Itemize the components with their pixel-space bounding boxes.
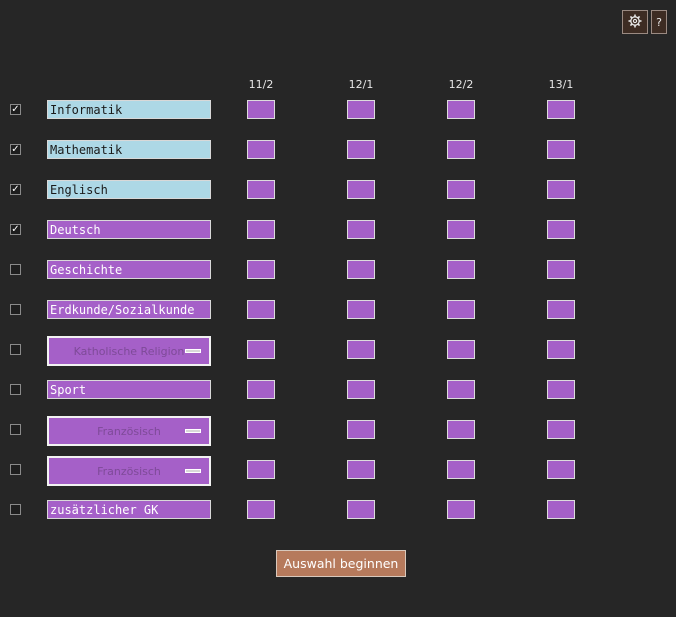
- subject-dropdown[interactable]: Französisch: [47, 456, 211, 486]
- semester-cell[interactable]: [447, 180, 475, 199]
- semester-cell[interactable]: [447, 300, 475, 319]
- semester-cell[interactable]: [547, 380, 575, 399]
- semester-cell[interactable]: [347, 260, 375, 279]
- subject-checkbox[interactable]: [10, 504, 21, 515]
- subject-checkbox[interactable]: [10, 344, 21, 355]
- gear-icon: [628, 14, 642, 31]
- subject-checkbox[interactable]: ✓: [10, 224, 21, 235]
- dropdown-arrow-icon: [185, 429, 201, 433]
- subject-checkbox[interactable]: [10, 424, 21, 435]
- semester-cell[interactable]: [547, 140, 575, 159]
- column-header-3: 12/2: [448, 78, 474, 91]
- semester-cell[interactable]: [347, 340, 375, 359]
- semester-cell[interactable]: [347, 140, 375, 159]
- semester-cell[interactable]: [547, 180, 575, 199]
- semester-cell[interactable]: [547, 300, 575, 319]
- semester-cell[interactable]: [347, 380, 375, 399]
- semester-cell[interactable]: [547, 460, 575, 479]
- dropdown-arrow-icon: [185, 349, 201, 353]
- subject-field[interactable]: Geschichte: [47, 260, 211, 279]
- semester-cell[interactable]: [547, 340, 575, 359]
- start-selection-button[interactable]: Auswahl beginnen: [276, 550, 406, 577]
- subject-field[interactable]: Informatik: [47, 100, 211, 119]
- column-header-1: 11/2: [248, 78, 274, 91]
- help-button[interactable]: ?: [651, 10, 667, 34]
- subject-field[interactable]: Englisch: [47, 180, 211, 199]
- semester-cell[interactable]: [447, 220, 475, 239]
- subject-checkbox[interactable]: ✓: [10, 104, 21, 115]
- semester-cell[interactable]: [547, 500, 575, 519]
- semester-cell[interactable]: [247, 460, 275, 479]
- semester-cell[interactable]: [447, 460, 475, 479]
- semester-cell[interactable]: [347, 420, 375, 439]
- subject-checkbox[interactable]: ✓: [10, 184, 21, 195]
- subject-dropdown-label: Französisch: [97, 464, 161, 478]
- semester-cell[interactable]: [447, 100, 475, 119]
- semester-cell[interactable]: [247, 180, 275, 199]
- semester-cell[interactable]: [247, 300, 275, 319]
- semester-cell[interactable]: [347, 180, 375, 199]
- semester-cell[interactable]: [447, 260, 475, 279]
- semester-cell[interactable]: [347, 100, 375, 119]
- semester-cell[interactable]: [447, 420, 475, 439]
- subject-checkbox[interactable]: [10, 304, 21, 315]
- semester-cell[interactable]: [247, 380, 275, 399]
- semester-cell[interactable]: [347, 500, 375, 519]
- column-header-4: 13/1: [548, 78, 574, 91]
- subject-checkbox[interactable]: [10, 384, 21, 395]
- semester-cell[interactable]: [447, 140, 475, 159]
- semester-cell[interactable]: [247, 420, 275, 439]
- subject-dropdown[interactable]: Katholische Religion: [47, 336, 211, 366]
- subject-checkbox[interactable]: [10, 264, 21, 275]
- semester-cell[interactable]: [347, 220, 375, 239]
- subject-checkbox[interactable]: [10, 464, 21, 475]
- dropdown-arrow-icon: [185, 469, 201, 473]
- subject-dropdown-label: Katholische Religion: [73, 344, 185, 358]
- subject-field[interactable]: Sport: [47, 380, 211, 399]
- semester-cell[interactable]: [247, 260, 275, 279]
- semester-cell[interactable]: [447, 340, 475, 359]
- subject-field[interactable]: zusätzlicher GK: [47, 500, 211, 519]
- subject-checkbox[interactable]: ✓: [10, 144, 21, 155]
- semester-cell[interactable]: [447, 500, 475, 519]
- semester-cell[interactable]: [547, 260, 575, 279]
- subject-dropdown[interactable]: Französisch: [47, 416, 211, 446]
- column-header-2: 12/1: [348, 78, 374, 91]
- settings-button[interactable]: [622, 10, 648, 34]
- semester-cell[interactable]: [347, 460, 375, 479]
- subject-field[interactable]: Mathematik: [47, 140, 211, 159]
- semester-cell[interactable]: [547, 420, 575, 439]
- subject-field[interactable]: Deutsch: [47, 220, 211, 239]
- semester-cell[interactable]: [547, 220, 575, 239]
- semester-cell[interactable]: [247, 340, 275, 359]
- semester-cell[interactable]: [247, 140, 275, 159]
- semester-cell[interactable]: [547, 100, 575, 119]
- semester-cell[interactable]: [247, 220, 275, 239]
- semester-cell[interactable]: [247, 500, 275, 519]
- subject-field[interactable]: Erdkunde/Sozialkunde: [47, 300, 211, 319]
- subject-dropdown-label: Französisch: [97, 424, 161, 438]
- semester-cell[interactable]: [347, 300, 375, 319]
- semester-cell[interactable]: [447, 380, 475, 399]
- semester-cell[interactable]: [247, 100, 275, 119]
